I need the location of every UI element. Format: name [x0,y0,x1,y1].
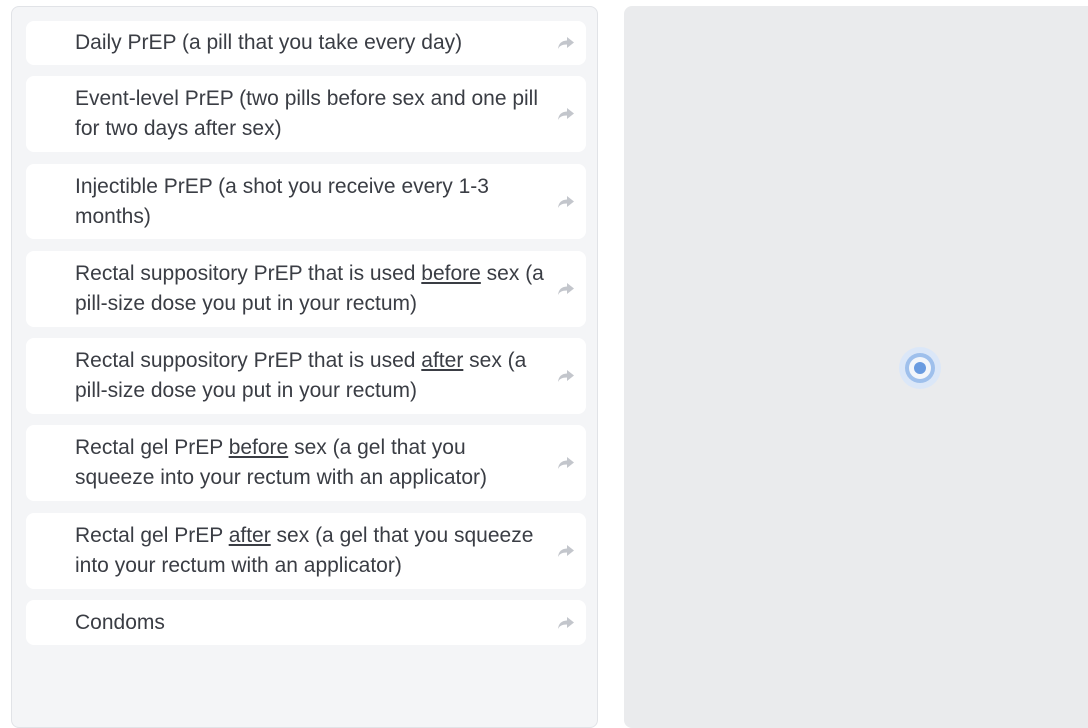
drop-zone-panel[interactable] [624,6,1088,728]
choice-label: Condoms [75,608,165,638]
share-arrow-icon [558,616,574,629]
choice-injectible-prep[interactable]: Injectible PrEP (a shot you receive ever… [26,164,586,239]
label-text: Injectible PrEP (a shot you receive ever… [75,174,489,228]
choice-rectal-gel-after[interactable]: Rectal gel PrEP after sex (a gel that yo… [26,513,586,589]
label-text: Condoms [75,610,165,634]
choice-rectal-gel-before[interactable]: Rectal gel PrEP before sex (a gel that y… [26,425,586,501]
choice-rectal-suppository-before[interactable]: Rectal suppository PrEP that is used bef… [26,251,586,327]
choice-label: Daily PrEP (a pill that you take every d… [75,28,462,58]
share-arrow-icon [558,37,574,49]
label-text: Rectal gel PrEP [75,436,229,459]
label-text: Daily PrEP (a pill that you take every d… [75,31,463,54]
choice-label: Rectal suppository PrEP that is used aft… [75,346,546,406]
label-text: Rectal gel PrEP [75,524,229,547]
emphasis-text: before [228,436,289,459]
choice-event-level-prep[interactable]: Event-level PrEP (two pills before sex a… [26,76,586,152]
choice-label: Event-level PrEP (two pills before sex a… [75,84,546,144]
label-text: Event-level PrEP (two pills before sex a… [75,87,539,140]
emphasis-text: after [421,349,464,372]
label-text: Rectal suppository PrEP that is used [75,262,422,285]
label-text: Rectal suppository PrEP that is used [75,349,422,372]
choice-label: Rectal gel PrEP after sex (a gel that yo… [75,521,546,581]
choice-daily-prep[interactable]: Daily PrEP (a pill that you take every d… [26,21,586,65]
share-arrow-icon [558,545,574,557]
choice-rectal-suppository-after[interactable]: Rectal suppository PrEP that is used aft… [26,338,586,414]
emphasis-text: before [421,262,481,285]
emphasis-text: after [228,524,271,547]
share-arrow-icon [558,457,574,469]
choice-label: Rectal suppository PrEP that is used bef… [75,259,546,319]
choice-label: Rectal gel PrEP before sex (a gel that y… [75,433,546,493]
choice-label: Injectible PrEP (a shot you receive ever… [75,172,546,232]
share-arrow-icon [558,195,574,208]
choice-condoms[interactable]: Condoms [26,600,586,645]
share-arrow-icon [558,370,574,382]
share-arrow-icon [558,108,574,120]
share-arrow-icon [558,283,574,295]
loading-spinner-icon [899,347,941,389]
